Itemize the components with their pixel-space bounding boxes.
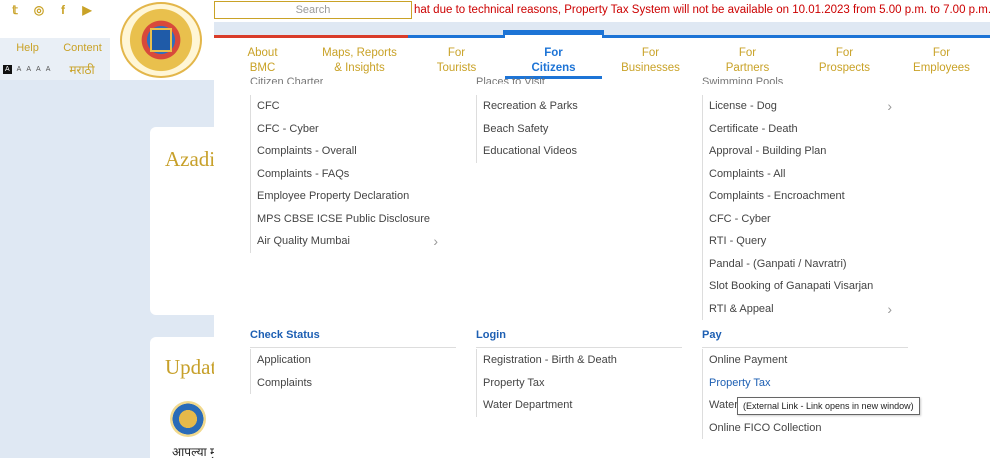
menu-item[interactable]: Property Tax	[476, 371, 617, 394]
help-row: Help Content	[0, 38, 110, 58]
menu-item[interactable]: Recreation & Parks	[476, 95, 578, 118]
menu-item-cut[interactable]: Places to Visit	[476, 76, 545, 84]
font-size-button[interactable]: A	[3, 64, 12, 74]
nav-for-citizens[interactable]: For Citizens	[503, 30, 604, 79]
font-size-button[interactable]: A	[26, 66, 31, 73]
menu-item[interactable]: Online Payment	[702, 349, 822, 372]
marathi-text: आपल्या मु	[172, 445, 218, 458]
menu-item[interactable]: RTI - Query	[702, 230, 882, 253]
twitter-icon[interactable]: 𝕥	[8, 3, 22, 17]
pay-list: Online Payment Property Tax Water Online…	[702, 349, 822, 439]
menu-item-license-dog[interactable]: License - Dog ›	[702, 95, 892, 118]
section-pay: Pay	[702, 329, 908, 348]
menu-item[interactable]: CFC - Cyber	[250, 117, 430, 140]
nav-for-employees[interactable]: For Employees	[893, 35, 990, 77]
menu-item[interactable]: Complaints	[250, 371, 312, 394]
menu-item[interactable]: Registration - Birth & Death	[476, 349, 617, 372]
menu-item[interactable]: Approval - Building Plan	[702, 140, 882, 163]
content-link[interactable]: Content	[55, 38, 110, 58]
chevron-right-icon: ›	[433, 233, 438, 249]
social-links: 𝕥 ◎ f ▶	[8, 3, 94, 17]
menu-item[interactable]: Online FICO Collection	[702, 416, 822, 439]
login-list: Registration - Birth & Death Property Ta…	[476, 349, 617, 417]
menu-item[interactable]: Water Department	[476, 394, 617, 417]
youtube-icon[interactable]: ▶	[80, 3, 94, 17]
menu-item[interactable]: Complaints - FAQs	[250, 162, 430, 185]
chevron-right-icon: ›	[887, 300, 892, 317]
card-title: Updat	[165, 355, 217, 379]
instagram-icon[interactable]: ◎	[32, 3, 46, 17]
logo-shield	[150, 28, 172, 52]
font-size-button[interactable]: A	[17, 66, 22, 73]
nav-for-partners[interactable]: For Partners	[699, 35, 796, 77]
menu-item[interactable]: MPS CBSE ICSE Public Disclosure	[250, 207, 430, 230]
menu-item[interactable]: Pandal - (Ganpati / Navratri)	[702, 252, 882, 275]
section-check-status: Check Status	[250, 329, 456, 348]
section-login: Login	[476, 329, 682, 348]
chevron-right-icon: ›	[887, 98, 892, 114]
main-nav: About BMC Maps, Reports & Insights For Tour…	[214, 30, 990, 80]
font-size-button[interactable]: A	[36, 66, 41, 73]
font-size-button[interactable]: A	[46, 66, 51, 73]
external-link-tooltip: (External Link - Link opens in new windo…	[737, 397, 920, 415]
menu-item[interactable]: CFC - Cyber	[702, 207, 882, 230]
menu-item[interactable]: Educational Videos	[476, 140, 578, 163]
news-ticker: hat due to technical reasons, Property T…	[414, 4, 990, 16]
menu-item[interactable]: Beach Safety	[476, 117, 578, 140]
menu-item[interactable]: Certificate - Death	[702, 117, 882, 140]
nav-for-businesses[interactable]: For Businesses	[602, 35, 699, 77]
check-status-list: Application Complaints	[250, 349, 312, 394]
help-link[interactable]: Help	[0, 38, 55, 58]
menu-item[interactable]: Complaints - Overall	[250, 140, 430, 163]
menu-item[interactable]: Complaints - All	[702, 162, 882, 185]
menu-item-rti-appeal[interactable]: RTI & Appeal ›	[702, 297, 892, 320]
font-size-controls: A A A A A मराठी	[0, 58, 110, 80]
menu-item[interactable]: Slot Booking of Ganapati Visarjan	[702, 275, 882, 298]
nav-for-prospects[interactable]: For Prospects	[796, 35, 893, 77]
facebook-icon[interactable]: f	[56, 3, 70, 17]
menu-item[interactable]: Application	[250, 349, 312, 372]
bmc-small-logo	[170, 401, 206, 437]
menu-item-cut[interactable]: Citizen Charter	[250, 76, 323, 84]
nav-maps-reports[interactable]: Maps, Reports & Insights	[311, 35, 408, 77]
menu-item[interactable]: Complaints - Encroachment	[702, 185, 882, 208]
menu-item-property-tax-hovered[interactable]: Property Tax	[702, 371, 822, 394]
nav-for-tourists[interactable]: For Tourists	[408, 35, 505, 77]
bmc-logo[interactable]	[120, 2, 202, 78]
nav-about-bmc[interactable]: About BMC	[214, 35, 311, 77]
search-input[interactable]: Search	[214, 1, 412, 19]
menu-item[interactable]: CFC	[250, 95, 430, 118]
card-title: Azadi	[165, 147, 216, 171]
menu-item-cut[interactable]: Swimming Pools	[702, 76, 783, 84]
menu-item[interactable]: Employee Property Declaration	[250, 185, 430, 208]
menu-item-air-quality[interactable]: Air Quality Mumbai ›	[250, 230, 438, 253]
marathi-language-link[interactable]: मराठी	[69, 61, 94, 78]
